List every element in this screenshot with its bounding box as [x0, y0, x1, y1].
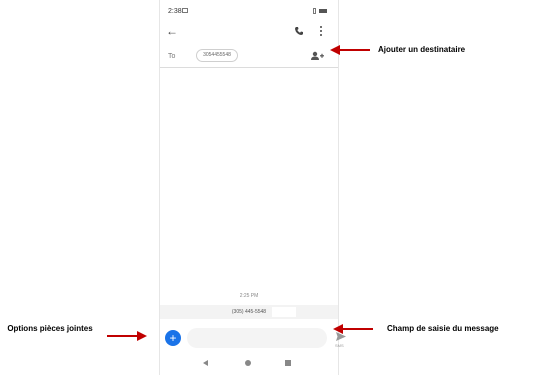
to-label: To — [168, 53, 176, 60]
message-timestamp: 2:25 PM — [239, 293, 259, 299]
add-icon: + — [169, 331, 177, 345]
compose-row: + SMS — [160, 325, 346, 351]
vibrate-icon — [313, 8, 316, 14]
nav-recent-icon[interactable] — [285, 360, 291, 366]
callout-arrow-recipient — [330, 45, 370, 55]
status-bar: 2:38 — [160, 6, 338, 18]
phone-icon[interactable] — [294, 26, 304, 36]
battery-icon — [319, 9, 327, 13]
messaging-screen: 2:38 ← To 3054455548 2:25 PM (305) 445-5… — [159, 0, 346, 375]
sender-placeholder — [272, 307, 296, 317]
nav-home-icon[interactable] — [245, 360, 251, 366]
send-mode-label: SMS — [335, 343, 344, 348]
toolbar: ← — [160, 22, 338, 42]
recipient-row: To 3054455548 — [160, 45, 338, 68]
add-contact-icon[interactable] — [310, 51, 324, 61]
sender-number: (305) 445-5548 — [231, 309, 267, 315]
image-notification-icon — [182, 8, 188, 13]
status-time: 2:38 — [168, 8, 182, 15]
callout-add-recipient: Ajouter un destinataire — [378, 45, 466, 54]
back-arrow-icon[interactable]: ← — [166, 23, 178, 39]
recipient-chip[interactable]: 3054455548 — [196, 49, 238, 62]
nav-back-icon[interactable] — [203, 360, 208, 366]
callout-arrow-message — [333, 324, 373, 334]
attach-button[interactable]: + — [165, 330, 181, 346]
more-vert-icon[interactable] — [319, 24, 323, 38]
sender-row: (305) 445-5548 — [160, 305, 338, 319]
message-input[interactable]: SMS — [187, 328, 346, 348]
callout-message-field: Champ de saisie du message — [387, 324, 499, 333]
system-nav-bar — [160, 356, 338, 372]
callout-attachment-options: Options pièces jointes — [7, 324, 93, 333]
callout-arrow-attachment — [107, 331, 147, 341]
